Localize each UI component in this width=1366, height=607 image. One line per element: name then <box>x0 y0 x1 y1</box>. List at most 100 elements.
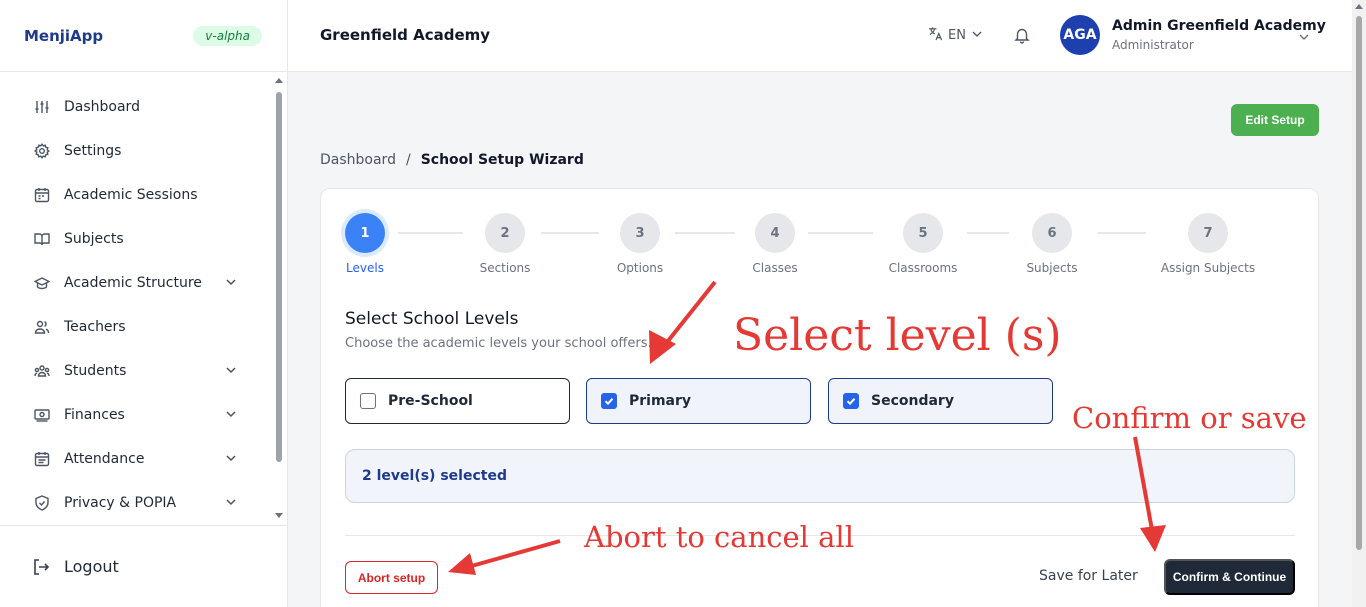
breadcrumb-separator: / <box>405 152 411 168</box>
sidebar-item-label: Settings <box>64 143 122 159</box>
wizard-step-classes[interactable]: 4 Classes <box>715 213 835 275</box>
step-number: 6 <box>1032 213 1072 253</box>
user-role: Administrator <box>1112 38 1194 52</box>
annotation-abort-cancel: Abort to cancel all <box>584 520 854 554</box>
sidebar-scroll-down[interactable] <box>275 513 283 518</box>
school-name: Greenfield Academy <box>320 26 491 44</box>
save-for-later-button[interactable]: Save for Later <box>1039 568 1138 584</box>
chevron-down-icon <box>971 28 983 44</box>
page-scrollbar-thumb[interactable] <box>1356 16 1362 550</box>
sidebar-item-label: Academic Structure <box>64 275 202 291</box>
section-subtitle: Choose the academic levels your school o… <box>345 336 652 351</box>
sidebar-item-teachers[interactable]: Teachers <box>0 305 272 349</box>
breadcrumb-dashboard[interactable]: Dashboard <box>320 152 396 168</box>
step-label: Sections <box>479 261 531 275</box>
language-code: EN <box>948 28 966 43</box>
sidebar-item-attendance[interactable]: Attendance <box>0 437 272 481</box>
translate-icon <box>928 26 943 45</box>
chevron-down-icon[interactable] <box>224 495 238 513</box>
sidebar-item-label: Academic Sessions <box>64 187 198 203</box>
sidebar-item-label: Privacy & POPIA <box>64 495 177 511</box>
top-bar: Greenfield Academy EN AGA Admin Greenfie… <box>288 0 1352 72</box>
breadcrumb-current: School Setup Wizard <box>420 152 584 168</box>
calendar-icon <box>33 186 51 204</box>
sidebar-scroll-up[interactable] <box>275 78 283 83</box>
wizard-step-sections[interactable]: 2 Sections <box>445 213 565 275</box>
step-label: Options <box>616 261 664 275</box>
checkbox[interactable] <box>601 393 617 409</box>
sliders-icon <box>33 98 51 116</box>
page-scrollbar[interactable] <box>1352 0 1366 607</box>
level-label: Secondary <box>871 393 954 409</box>
chevron-down-icon[interactable] <box>224 407 238 425</box>
sidebar-item-students[interactable]: Students <box>0 349 272 393</box>
chevron-down-icon[interactable] <box>1297 29 1311 48</box>
wizard-step-assign-subjects[interactable]: 7 Assign Subjects <box>1148 213 1268 275</box>
book-icon <box>33 230 51 248</box>
sidebar-item-label: Teachers <box>64 319 126 335</box>
logout-button[interactable]: Logout <box>0 525 288 607</box>
sidebar-item-subjects[interactable]: Subjects <box>0 217 272 261</box>
user-name: Admin Greenfield Academy <box>1112 18 1326 34</box>
bell-icon[interactable] <box>1013 26 1031 48</box>
checkbox[interactable] <box>360 393 376 409</box>
sidebar-item-label: Dashboard <box>64 99 140 115</box>
gear-icon <box>33 142 51 160</box>
abort-setup-button[interactable]: Abort setup <box>345 561 438 594</box>
step-number: 3 <box>620 213 660 253</box>
version-badge: v-alpha <box>193 25 262 46</box>
logout-icon <box>32 558 50 576</box>
avatar[interactable]: AGA <box>1060 15 1100 55</box>
app-logo-text[interactable]: MenjiApp <box>24 27 103 45</box>
sidebar-item-dashboard[interactable]: Dashboard <box>0 85 272 129</box>
step-label: Levels <box>346 261 384 275</box>
sidebar-item-settings[interactable]: Settings <box>0 129 272 173</box>
wizard-step-subjects[interactable]: 6 Subjects <box>992 213 1112 275</box>
edit-setup-button[interactable]: Edit Setup <box>1231 104 1319 136</box>
confirm-continue-button[interactable]: Confirm & Continue <box>1164 559 1295 595</box>
chevron-down-icon[interactable] <box>224 275 238 293</box>
checkbox[interactable] <box>843 393 859 409</box>
sidebar-item-privacy-popia[interactable]: Privacy & POPIA <box>0 481 272 525</box>
group-icon <box>33 362 51 380</box>
step-number: 1 <box>345 213 385 253</box>
step-number: 7 <box>1188 213 1228 253</box>
level-option-secondary[interactable]: Secondary <box>828 378 1053 424</box>
sidebar-item-label: Students <box>64 363 127 379</box>
breadcrumb: Dashboard / School Setup Wizard <box>320 152 584 168</box>
annotation-confirm-or-save: Confirm or save <box>1072 401 1307 435</box>
level-label: Primary <box>629 393 692 409</box>
language-selector[interactable]: EN <box>928 26 983 45</box>
annotation-select-levels: Select level (s) <box>733 310 1062 361</box>
brand-header: MenjiApp v-alpha <box>0 0 287 72</box>
level-option-pre-school[interactable]: Pre-School <box>345 378 570 424</box>
users-icon <box>33 318 51 336</box>
wizard-step-classrooms[interactable]: 5 Classrooms <box>863 213 983 275</box>
section-title: Select School Levels <box>345 309 519 329</box>
step-number: 5 <box>903 213 943 253</box>
sidebar-item-academic-sessions[interactable]: Academic Sessions <box>0 173 272 217</box>
sidebar-scrollbar[interactable] <box>276 92 282 462</box>
sidebar-item-academic-structure[interactable]: Academic Structure <box>0 261 272 305</box>
cash-icon <box>33 406 51 424</box>
step-label: Classrooms <box>888 261 958 275</box>
sidebar-item-label: Subjects <box>64 231 124 247</box>
logout-label: Logout <box>64 557 119 576</box>
sidebar-item-label: Finances <box>64 407 125 423</box>
calendar-check-icon <box>33 450 51 468</box>
step-label: Subjects <box>1026 261 1078 275</box>
wizard-step-levels[interactable]: 1 Levels <box>305 213 425 275</box>
level-option-primary[interactable]: Primary <box>586 378 811 424</box>
selection-summary: 2 level(s) selected <box>345 449 1295 503</box>
shield-icon <box>33 494 51 512</box>
level-label: Pre-School <box>388 393 473 409</box>
sidebar-item-finances[interactable]: Finances <box>0 393 272 437</box>
check-icon <box>604 398 614 406</box>
sidebar-nav: Dashboard Settings Academic Sessions Sub… <box>0 85 272 525</box>
step-label: Assign Subjects <box>1160 261 1256 275</box>
wizard-step-options[interactable]: 3 Options <box>580 213 700 275</box>
chevron-down-icon[interactable] <box>224 451 238 469</box>
chevron-down-icon[interactable] <box>224 363 238 381</box>
step-label: Classes <box>752 261 798 275</box>
page-scroll-up[interactable] <box>1355 4 1363 9</box>
